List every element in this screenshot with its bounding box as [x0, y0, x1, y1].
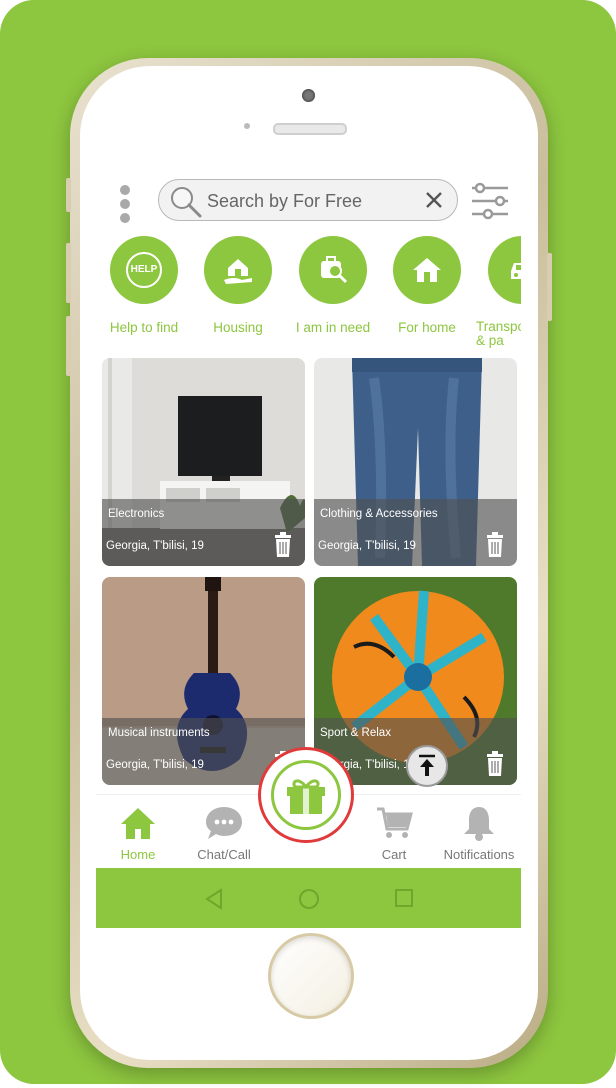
app-screen: HELP Help to find Housing — [96, 172, 521, 928]
menu-dots-icon[interactable] — [118, 182, 132, 223]
arrow-up-icon — [419, 754, 435, 776]
power-button — [547, 253, 552, 321]
category-for-home[interactable]: For home — [379, 236, 475, 335]
category-help-to-find[interactable]: HELP Help to find — [96, 236, 192, 335]
recents-icon[interactable] — [394, 888, 414, 908]
category-i-am-in-need[interactable]: I am in need — [285, 236, 381, 335]
nav-label: Notifications — [443, 847, 515, 862]
system-nav-bar — [96, 868, 521, 928]
car-icon — [488, 236, 521, 304]
listing-card[interactable]: Musical instruments Georgia, T'bilisi, 1… — [102, 577, 305, 785]
nav-label: Home — [120, 847, 156, 862]
home-circle-icon[interactable] — [298, 888, 320, 910]
listing-title: Musical instruments — [108, 727, 210, 739]
volume-down-button — [66, 316, 71, 376]
house-hand-icon — [204, 236, 272, 304]
listing-card[interactable]: Clothing & Accessories Georgia, T'bilisi… — [314, 358, 517, 566]
category-label: Housing — [213, 320, 263, 335]
trash-icon[interactable] — [273, 532, 293, 558]
category-label: Transpo & pa — [476, 319, 521, 348]
home-icon — [393, 236, 461, 304]
listing-location: Georgia, T'bilisi, 19 — [106, 540, 204, 552]
nav-chat-call[interactable]: Chat/Call — [179, 803, 269, 862]
category-label: I am in need — [295, 320, 371, 335]
proximity-sensor — [244, 123, 250, 129]
nav-notifications[interactable]: Notifications — [434, 803, 521, 862]
scroll-to-top-button[interactable] — [406, 745, 448, 787]
listing-card[interactable]: Electronics Georgia, T'bilisi, 19 — [102, 358, 305, 566]
search-input[interactable] — [205, 186, 419, 216]
filter-sliders-icon[interactable] — [470, 182, 510, 220]
mute-switch — [66, 178, 71, 212]
cart-icon — [349, 803, 439, 843]
gift-icon — [287, 779, 325, 814]
trash-icon[interactable] — [485, 751, 505, 777]
listing-title: Electronics — [108, 508, 165, 520]
help-badge-text: HELP — [131, 264, 158, 275]
front-camera — [302, 89, 315, 102]
search-bar[interactable] — [158, 179, 458, 221]
back-icon[interactable] — [204, 888, 224, 910]
close-icon[interactable] — [423, 189, 445, 211]
gift-button-highlight — [258, 747, 354, 843]
listing-location: Georgia, T'bilisi, 19 — [106, 759, 204, 771]
category-transport[interactable]: Transpo & pa — [474, 236, 521, 348]
listing-location: Georgia, T'bilisi, 19 — [318, 540, 416, 552]
category-housing[interactable]: Housing — [190, 236, 286, 335]
listing-title: Clothing & Accessories — [320, 508, 438, 520]
volume-up-button — [66, 243, 71, 303]
home-icon — [96, 803, 183, 843]
category-label: For home — [398, 320, 456, 335]
help-badge-icon: HELP — [110, 236, 178, 304]
phone-home-button[interactable] — [268, 933, 354, 1019]
trash-icon[interactable] — [485, 532, 505, 558]
nav-label: Cart — [381, 847, 407, 862]
search-icon — [171, 187, 202, 218]
nav-home[interactable]: Home — [96, 803, 183, 862]
listing-title: Sport & Relax — [320, 727, 391, 739]
chat-bubble-icon — [179, 803, 269, 843]
bag-search-icon — [299, 236, 367, 304]
bell-icon — [434, 803, 521, 843]
gift-button[interactable] — [271, 760, 341, 830]
nav-cart[interactable]: Cart — [349, 803, 439, 862]
category-label: Help to find — [109, 320, 179, 335]
nav-label: Chat/Call — [197, 847, 251, 862]
category-row: HELP Help to find Housing I am in need F… — [96, 236, 521, 348]
earpiece-speaker — [273, 123, 347, 135]
